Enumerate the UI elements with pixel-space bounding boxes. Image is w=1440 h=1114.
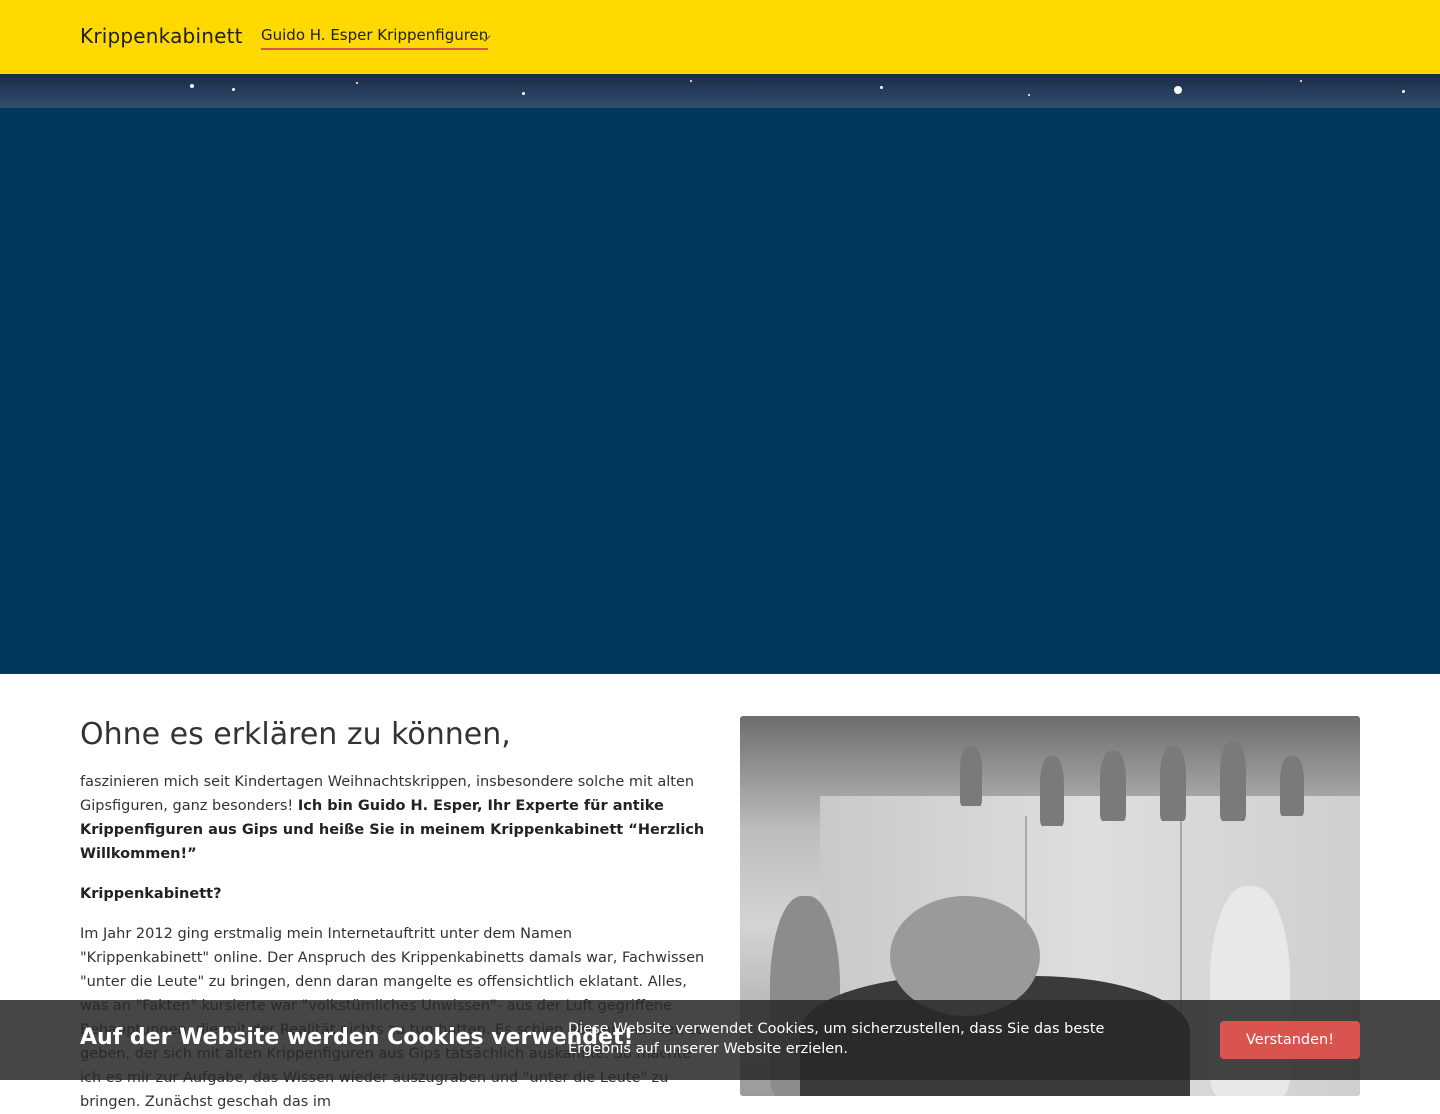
subheading-text: Krippenkabinett? xyxy=(80,886,222,902)
intro-paragraph: faszinieren mich seit Kindertagen Weihna… xyxy=(80,770,705,866)
nav-item-label: Guido H. Esper Krippenfiguren xyxy=(261,26,489,50)
photo-figurine xyxy=(1220,741,1246,821)
brand-logo-link[interactable]: Krippenkabinett xyxy=(80,24,243,48)
photo-person-head xyxy=(890,896,1040,1016)
star-decoration xyxy=(880,86,883,89)
photo-figurine xyxy=(1100,751,1126,821)
nav-item-guido-esper[interactable]: Guido H. Esper Krippenfiguren xyxy=(261,26,489,52)
cookie-banner: Auf der Website werden Cookies verwendet… xyxy=(0,1000,1440,1080)
photo-figurine xyxy=(1160,746,1186,821)
star-decoration xyxy=(522,92,525,95)
page-headline: Ohne es erklären zu können, xyxy=(80,717,511,752)
cookie-accept-button[interactable]: Verstanden! xyxy=(1220,1021,1360,1059)
star-decoration xyxy=(1174,86,1182,94)
star-decoration xyxy=(356,82,358,84)
star-decoration xyxy=(1402,90,1405,93)
hero-banner xyxy=(0,108,1440,674)
photo-figurine xyxy=(960,746,982,806)
cookie-text: Diese Website verwendet Cookies, um sich… xyxy=(568,1021,1105,1057)
star-decoration xyxy=(190,84,194,88)
star-decoration xyxy=(690,80,692,82)
hero-starfield-strip xyxy=(0,74,1440,108)
cookie-title: Auf der Website werden Cookies verwendet… xyxy=(80,1025,634,1050)
star-decoration xyxy=(232,88,235,91)
star-decoration xyxy=(1300,80,1302,82)
site-header: Krippenkabinett Guido H. Esper Krippenfi… xyxy=(0,0,1440,74)
subheading: Krippenkabinett? xyxy=(80,882,705,906)
photo-figurine xyxy=(1280,756,1304,816)
photo-figurine xyxy=(1040,756,1064,826)
star-decoration xyxy=(1028,94,1030,96)
